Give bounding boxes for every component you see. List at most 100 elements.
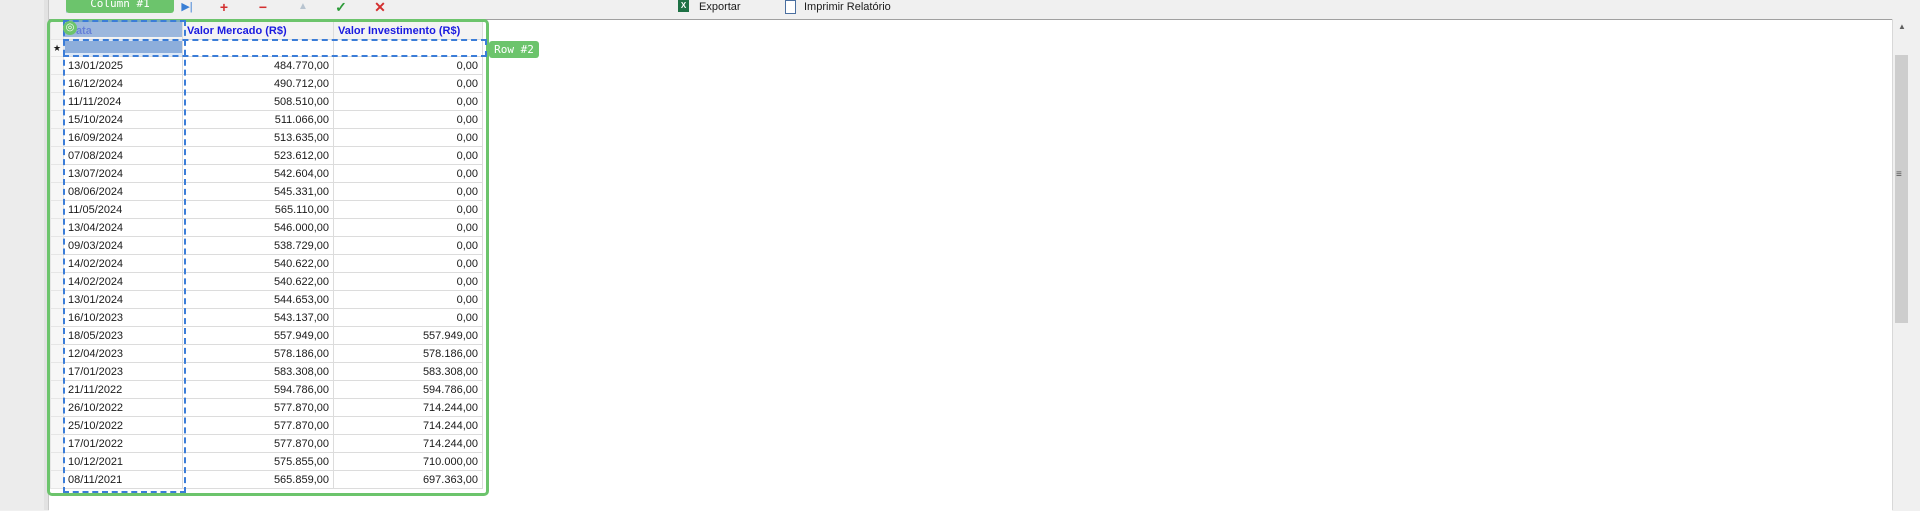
cell-data[interactable]: 11/05/2024 <box>63 200 183 219</box>
table-row[interactable]: 25/10/2022 577.870,00 714.244,00 <box>50 416 483 435</box>
cell-data[interactable]: 15/10/2024 <box>63 110 183 129</box>
cell-data[interactable]: 21/11/2022 <box>63 380 183 399</box>
print-report-button[interactable]: Imprimir Relatório <box>804 0 891 14</box>
table-row[interactable]: 26/10/2022 577.870,00 714.244,00 <box>50 398 483 417</box>
cell-valor-mercado[interactable]: 577.870,00 <box>182 416 334 435</box>
add-record-icon[interactable]: + <box>216 0 232 14</box>
cell-data[interactable]: 11/11/2024 <box>63 92 183 111</box>
table-row[interactable]: 13/07/2024 542.604,00 0,00 <box>50 164 483 183</box>
cell-data[interactable]: 14/02/2024 <box>63 254 183 273</box>
row-indicator[interactable] <box>50 74 64 93</box>
row-indicator[interactable] <box>50 326 64 345</box>
cell-valor-investimento[interactable]: 0,00 <box>333 56 483 75</box>
cell-valor-investimento[interactable]: 0,00 <box>333 128 483 147</box>
cell-valor-investimento[interactable]: 594.786,00 <box>333 380 483 399</box>
row-indicator[interactable] <box>50 254 64 273</box>
cell-valor-investimento[interactable]: 0,00 <box>333 200 483 219</box>
cell-valor-investimento[interactable]: 557.949,00 <box>333 326 483 345</box>
cell-valor-mercado[interactable]: 544.653,00 <box>182 290 334 309</box>
cell-valor-mercado[interactable]: 513.635,00 <box>182 128 334 147</box>
cell-valor-investimento[interactable]: 0,00 <box>333 254 483 273</box>
cell-valor-investimento[interactable]: 0,00 <box>333 74 483 93</box>
new-row-cell[interactable] <box>333 39 483 57</box>
cell-data[interactable]: 18/05/2023 <box>63 326 183 345</box>
cell-valor-mercado[interactable]: 543.137,00 <box>182 308 334 327</box>
row-indicator[interactable] <box>50 200 64 219</box>
table-row[interactable]: 11/11/2024 508.510,00 0,00 <box>50 92 483 111</box>
cell-valor-mercado[interactable]: 565.859,00 <box>182 470 334 489</box>
cell-valor-investimento[interactable]: 714.244,00 <box>333 434 483 453</box>
cell-valor-mercado[interactable]: 538.729,00 <box>182 236 334 255</box>
cell-valor-mercado[interactable]: 540.622,00 <box>182 272 334 291</box>
table-row[interactable]: 14/02/2024 540.622,00 0,00 <box>50 254 483 273</box>
cell-valor-mercado[interactable]: 542.604,00 <box>182 164 334 183</box>
cell-valor-mercado[interactable]: 484.770,00 <box>182 56 334 75</box>
cell-data[interactable]: 13/04/2024 <box>63 218 183 237</box>
table-row[interactable]: 16/09/2024 513.635,00 0,00 <box>50 128 483 147</box>
cell-valor-investimento[interactable]: 714.244,00 <box>333 416 483 435</box>
table-row[interactable]: 13/01/2025 484.770,00 0,00 <box>50 56 483 75</box>
cell-valor-mercado[interactable]: 540.622,00 <box>182 254 334 273</box>
row-indicator[interactable] <box>50 380 64 399</box>
cell-valor-mercado[interactable]: 578.186,00 <box>182 344 334 363</box>
column-header-data[interactable]: Data <box>63 21 183 40</box>
cell-data[interactable]: 17/01/2023 <box>63 362 183 381</box>
cell-data[interactable]: 09/03/2024 <box>63 236 183 255</box>
delete-record-icon[interactable]: − <box>255 0 271 14</box>
cancel-record-icon[interactable]: ✕ <box>372 0 388 14</box>
table-row[interactable]: 17/01/2022 577.870,00 714.244,00 <box>50 434 483 453</box>
table-row[interactable]: 07/08/2024 523.612,00 0,00 <box>50 146 483 165</box>
scroll-up-icon[interactable]: ▲ <box>1893 19 1911 35</box>
column-header-valor-investimento[interactable]: Valor Investimento (R$) <box>333 21 483 40</box>
table-row[interactable]: 10/12/2021 575.855,00 710.000,00 <box>50 452 483 471</box>
cell-valor-mercado[interactable]: 577.870,00 <box>182 398 334 417</box>
cell-data[interactable]: 08/11/2021 <box>63 470 183 489</box>
export-button[interactable]: Exportar <box>699 0 741 14</box>
row-indicator[interactable] <box>50 272 64 291</box>
table-row[interactable]: 12/04/2023 578.186,00 578.186,00 <box>50 344 483 363</box>
table-row[interactable]: 13/01/2024 544.653,00 0,00 <box>50 290 483 309</box>
table-row[interactable]: 16/10/2023 543.137,00 0,00 <box>50 308 483 327</box>
cell-valor-investimento[interactable]: 697.363,00 <box>333 470 483 489</box>
cell-valor-investimento[interactable]: 0,00 <box>333 164 483 183</box>
new-row-cell[interactable] <box>63 39 183 57</box>
table-row[interactable]: 21/11/2022 594.786,00 594.786,00 <box>50 380 483 399</box>
cell-valor-mercado[interactable]: 583.308,00 <box>182 362 334 381</box>
table-row[interactable]: 08/06/2024 545.331,00 0,00 <box>50 182 483 201</box>
table-row[interactable]: 13/04/2024 546.000,00 0,00 <box>50 218 483 237</box>
column-header-valor-mercado[interactable]: Valor Mercado (R$) <box>182 21 334 40</box>
cell-data[interactable]: 10/12/2021 <box>63 452 183 471</box>
row-indicator[interactable] <box>50 110 64 129</box>
cell-valor-investimento[interactable]: 578.186,00 <box>333 344 483 363</box>
new-record-row[interactable]: ★ <box>50 39 483 57</box>
cell-valor-investimento[interactable]: 0,00 <box>333 272 483 291</box>
cell-valor-investimento[interactable]: 710.000,00 <box>333 452 483 471</box>
cell-valor-investimento[interactable]: 0,00 <box>333 182 483 201</box>
table-row[interactable]: 14/02/2024 540.622,00 0,00 <box>50 272 483 291</box>
table-row[interactable]: 18/05/2023 557.949,00 557.949,00 <box>50 326 483 345</box>
cell-valor-investimento[interactable]: 0,00 <box>333 236 483 255</box>
row-indicator[interactable] <box>50 182 64 201</box>
row-indicator[interactable] <box>50 398 64 417</box>
row-indicator[interactable] <box>50 416 64 435</box>
row-indicator[interactable] <box>50 290 64 309</box>
cell-valor-investimento[interactable]: 0,00 <box>333 92 483 111</box>
cell-valor-mercado[interactable]: 490.712,00 <box>182 74 334 93</box>
vertical-scrollbar[interactable]: ▲ ≡ <box>1892 19 1911 510</box>
cell-valor-mercado[interactable]: 511.066,00 <box>182 110 334 129</box>
cell-data[interactable]: 13/01/2025 <box>63 56 183 75</box>
table-row[interactable]: 17/01/2023 583.308,00 583.308,00 <box>50 362 483 381</box>
last-record-icon[interactable]: ▶| <box>181 0 193 14</box>
row-indicator[interactable] <box>50 218 64 237</box>
report-icon[interactable] <box>785 0 796 14</box>
new-row-cell[interactable] <box>182 39 334 57</box>
cell-valor-investimento[interactable]: 0,00 <box>333 146 483 165</box>
cell-data[interactable]: 13/07/2024 <box>63 164 183 183</box>
row-indicator[interactable] <box>50 344 64 363</box>
row-indicator[interactable] <box>50 164 64 183</box>
row-indicator[interactable] <box>50 92 64 111</box>
table-row[interactable]: 08/11/2021 565.859,00 697.363,00 <box>50 470 483 489</box>
cell-valor-mercado[interactable]: 575.855,00 <box>182 452 334 471</box>
row-indicator[interactable] <box>50 434 64 453</box>
row-indicator[interactable] <box>50 470 64 489</box>
